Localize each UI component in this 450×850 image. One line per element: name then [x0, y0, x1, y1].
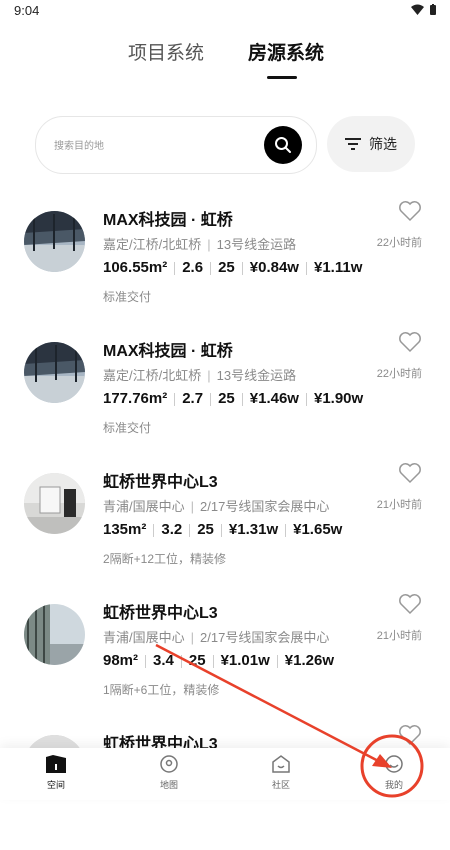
wifi-icon [411, 4, 424, 15]
listing-location: 嘉定/江桥/北虹桥 | 13号线金运路 [103, 368, 297, 383]
favorite-heart-icon[interactable] [398, 724, 422, 746]
search-bar [35, 116, 317, 174]
status-icons [411, 4, 436, 15]
bottom-nav: 空间 地图 社区 我的 [0, 748, 450, 800]
listing-thumbnail [24, 211, 85, 272]
tab-project-system[interactable]: 项目系统 [128, 38, 204, 65]
search-icon [275, 137, 291, 153]
battery-icon [430, 4, 436, 15]
favorite-heart-icon[interactable] [398, 462, 422, 484]
favorite-heart-icon[interactable] [398, 331, 422, 353]
listing-time: 21小时前 [376, 630, 422, 642]
listing-stats: 135m² 3.2 25 ¥1.31w ¥1.65w [103, 521, 343, 538]
list-item[interactable]: MAX科技园 · 虹桥 嘉定/江桥/北虹桥 | 13号线金运路 22小时前 177.… [0, 327, 450, 457]
status-bar: 9:04 [0, 0, 450, 24]
community-icon [272, 755, 290, 773]
active-tab-indicator [267, 76, 297, 79]
listing-thumbnail [24, 342, 85, 403]
listing-note: 2隔断+12工位，精装修 [103, 552, 227, 566]
system-tabs: 项目系统 房源系统 [0, 38, 450, 78]
search-button[interactable] [264, 126, 302, 164]
nav-label: 地图 [159, 780, 178, 790]
nav-community[interactable]: 社区 [251, 754, 311, 791]
tab-listing-system[interactable]: 房源系统 [248, 38, 324, 65]
listing-stats: 106.55m² 2.6 25 ¥0.84w ¥1.11w [103, 259, 363, 276]
listing-note: 标准交付 [103, 290, 152, 304]
search-input[interactable] [52, 135, 256, 157]
nav-label: 社区 [271, 780, 290, 790]
profile-icon [385, 755, 403, 773]
map-icon [160, 755, 178, 773]
listing-stats: 177.76m² 2.7 25 ¥1.46w ¥1.90w [103, 390, 364, 407]
filter-button[interactable]: 筛选 [327, 116, 415, 172]
favorite-heart-icon[interactable] [398, 593, 422, 615]
nav-label: 空间 [46, 780, 65, 790]
nav-mine[interactable]: 我的 [364, 754, 424, 791]
listing-stats: 98m² 3.4 25 ¥1.01w ¥1.26w [103, 652, 335, 669]
filter-icon [345, 138, 361, 150]
listing-note: 标准交付 [103, 421, 152, 435]
listing-time: 22小时前 [376, 237, 422, 249]
favorite-heart-icon[interactable] [398, 200, 422, 222]
listing-title: MAX科技园 · 虹桥 [103, 343, 233, 360]
listing-thumbnail [24, 604, 85, 665]
listing-location: 青浦/国展中心 | 2/17号线国家会展中心 [103, 630, 330, 645]
listing-title: 虹桥世界中心L3 [103, 605, 218, 622]
listing-time: 22小时前 [376, 368, 422, 380]
list-item[interactable]: 虹桥世界中心L3 青浦/国展中心 | 2/17号线国家会展中心 21小时前 98m²… [0, 589, 450, 719]
filter-label: 筛选 [369, 136, 397, 152]
list-item[interactable]: 虹桥世界中心L3 青浦/国展中心 | 2/17号线国家会展中心 21小时前 135m… [0, 458, 450, 588]
space-icon [46, 755, 66, 773]
status-time: 9:04 [14, 3, 40, 18]
nav-label: 我的 [384, 780, 403, 790]
nav-space[interactable]: 空间 [26, 754, 86, 791]
listing-thumbnail [24, 473, 85, 534]
nav-map[interactable]: 地图 [139, 754, 199, 791]
listing-title: 虹桥世界中心L3 [103, 474, 218, 491]
listing-title: MAX科技园 · 虹桥 [103, 212, 233, 229]
listing-time: 21小时前 [376, 499, 422, 511]
listing-location: 嘉定/江桥/北虹桥 | 13号线金运路 [103, 237, 297, 252]
listing-location: 青浦/国展中心 | 2/17号线国家会展中心 [103, 499, 330, 514]
list-item[interactable]: MAX科技园 · 虹桥 嘉定/江桥/北虹桥 | 13号线金运路 22小时前 106.… [0, 196, 450, 326]
listing-note: 1隔断+6工位，精装修 [103, 683, 220, 697]
